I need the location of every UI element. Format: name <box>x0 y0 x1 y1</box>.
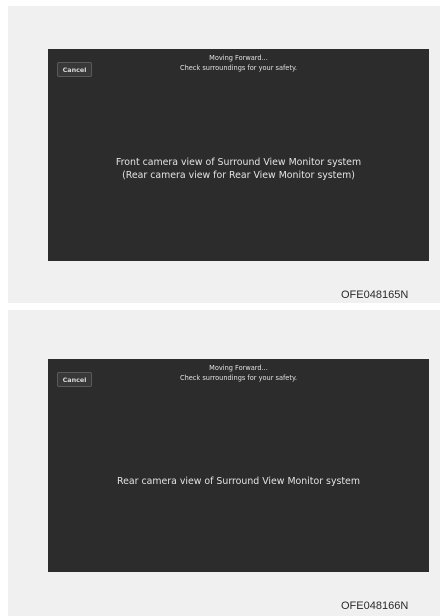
camera-view-screen: Cancel Moving Forward... Check surroundi… <box>48 49 429 261</box>
warning-header: Moving Forward... Check surroundings for… <box>108 363 369 383</box>
header-title: Moving Forward... <box>209 364 268 372</box>
header-title: Moving Forward... <box>209 54 268 62</box>
camera-view-description: Front camera view of Surround View Monit… <box>58 156 419 182</box>
figure-code: OFE048166N <box>341 600 409 612</box>
header-message: Check surroundings for your safety. <box>179 64 298 72</box>
figure-code: OFE048165N <box>341 289 409 301</box>
figure-panel-1: Cancel Moving Forward... Check surroundi… <box>8 6 440 303</box>
camera-view-screen: Cancel Moving Forward... Check surroundi… <box>48 359 429 572</box>
description-line-2: (Rear camera view for Rear View Monitor … <box>122 170 355 181</box>
header-message: Check surroundings for your safety. <box>179 374 298 382</box>
cancel-button[interactable]: Cancel <box>57 62 92 77</box>
camera-view-description: Rear camera view of Surround View Monito… <box>58 475 419 488</box>
warning-header: Moving Forward... Check surroundings for… <box>108 53 369 73</box>
description-line-1: Front camera view of Surround View Monit… <box>115 157 362 168</box>
figure-panel-2: Cancel Moving Forward... Check surroundi… <box>8 310 440 616</box>
description-line-1: Rear camera view of Surround View Monito… <box>117 476 360 487</box>
cancel-button[interactable]: Cancel <box>57 372 92 387</box>
